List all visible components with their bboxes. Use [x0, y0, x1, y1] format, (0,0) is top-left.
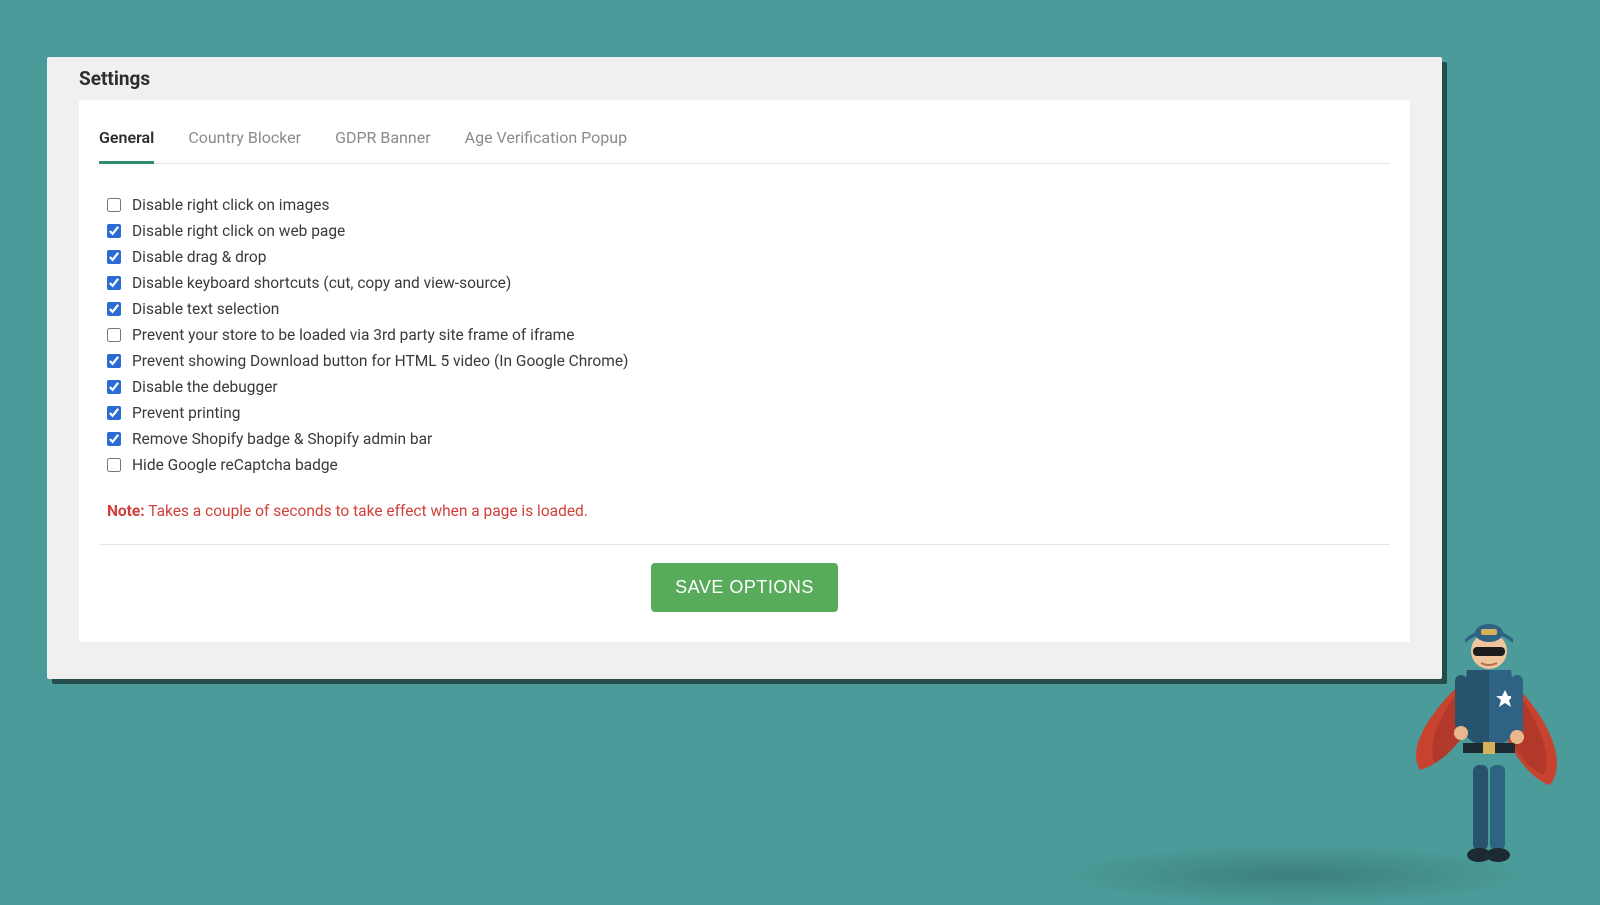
note-label: Note:	[107, 502, 145, 520]
option-row[interactable]: Disable the debugger	[107, 374, 1390, 400]
option-row[interactable]: Prevent printing	[107, 400, 1390, 426]
options-list: Disable right click on images Disable ri…	[99, 164, 1390, 488]
option-label: Disable right click on web page	[132, 222, 345, 240]
option-checkbox-prevent-printing[interactable]	[107, 406, 121, 420]
option-label: Remove Shopify badge & Shopify admin bar	[132, 430, 432, 448]
option-label: Disable text selection	[132, 300, 279, 318]
page-title: Settings	[47, 57, 1442, 98]
settings-card: Settings General Country Blocker GDPR Ba…	[47, 57, 1442, 679]
option-checkbox-disable-text-selection[interactable]	[107, 302, 121, 316]
option-label: Disable right click on images	[132, 196, 330, 214]
option-label: Prevent showing Download button for HTML…	[132, 352, 628, 370]
tab-gdpr-banner[interactable]: GDPR Banner	[335, 118, 431, 164]
note: Note: Takes a couple of seconds to take …	[99, 488, 1390, 520]
option-checkbox-remove-shopify-badge[interactable]	[107, 432, 121, 446]
save-options-button[interactable]: SAVE OPTIONS	[651, 563, 838, 612]
tab-country-blocker[interactable]: Country Blocker	[188, 118, 301, 164]
option-label: Prevent your store to be loaded via 3rd …	[132, 326, 574, 344]
option-checkbox-hide-recaptcha[interactable]	[107, 458, 121, 472]
option-label: Disable the debugger	[132, 378, 278, 396]
option-row[interactable]: Prevent showing Download button for HTML…	[107, 348, 1390, 374]
option-row[interactable]: Disable right click on images	[107, 192, 1390, 218]
settings-panel: General Country Blocker GDPR Banner Age …	[79, 100, 1410, 642]
divider	[99, 544, 1390, 545]
tab-general[interactable]: General	[99, 118, 154, 164]
tabs: General Country Blocker GDPR Banner Age …	[99, 112, 1390, 164]
option-label: Disable keyboard shortcuts (cut, copy an…	[132, 274, 511, 292]
option-row[interactable]: Remove Shopify badge & Shopify admin bar	[107, 426, 1390, 452]
mascot-hero-icon	[1395, 615, 1575, 885]
option-checkbox-disable-debugger[interactable]	[107, 380, 121, 394]
option-label: Disable drag & drop	[132, 248, 266, 266]
actions: SAVE OPTIONS	[99, 563, 1390, 612]
option-checkbox-disable-drag-drop[interactable]	[107, 250, 121, 264]
option-checkbox-disable-right-click-page[interactable]	[107, 224, 121, 238]
option-row[interactable]: Hide Google reCaptcha badge	[107, 452, 1390, 478]
option-label: Prevent printing	[132, 404, 241, 422]
option-checkbox-disable-right-click-images[interactable]	[107, 198, 121, 212]
option-row[interactable]: Disable text selection	[107, 296, 1390, 322]
option-checkbox-prevent-iframe[interactable]	[107, 328, 121, 342]
tab-age-verification[interactable]: Age Verification Popup	[465, 118, 627, 164]
option-row[interactable]: Disable drag & drop	[107, 244, 1390, 270]
option-checkbox-disable-keyboard-shortcuts[interactable]	[107, 276, 121, 290]
option-row[interactable]: Disable keyboard shortcuts (cut, copy an…	[107, 270, 1390, 296]
option-row[interactable]: Prevent your store to be loaded via 3rd …	[107, 322, 1390, 348]
option-row[interactable]: Disable right click on web page	[107, 218, 1390, 244]
note-text: Takes a couple of seconds to take effect…	[145, 502, 588, 520]
option-label: Hide Google reCaptcha badge	[132, 456, 338, 474]
option-checkbox-prevent-download-button[interactable]	[107, 354, 121, 368]
